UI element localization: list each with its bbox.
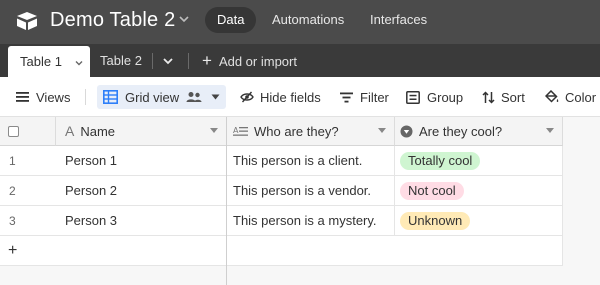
view-toolbar: Views Grid view Hide fields Filter Group… (0, 77, 600, 117)
svg-text:A: A (233, 126, 239, 135)
chevron-down-icon[interactable] (177, 12, 191, 26)
chevron-down-icon[interactable] (74, 58, 84, 68)
long-text-icon: A (233, 126, 248, 136)
group-icon (406, 90, 420, 104)
views-label: Views (36, 89, 71, 105)
more-tables-button[interactable] (162, 44, 176, 77)
sort-label: Sort (501, 89, 525, 105)
data-grid: A Name A Who are they? Are they cool? 1 … (0, 117, 600, 285)
filter-button[interactable]: Filter (340, 85, 389, 109)
table-row-who-cell[interactable]: This person is a vendor. (227, 176, 395, 206)
eye-slash-icon (240, 91, 254, 103)
select-all-header (0, 117, 56, 146)
paint-bucket-icon (545, 90, 559, 103)
views-button[interactable]: Views (16, 85, 70, 109)
grid-view-button[interactable]: Grid view (97, 85, 227, 109)
filter-label: Filter (360, 89, 389, 105)
divider (85, 89, 86, 105)
column-label: Are they cool? (419, 123, 503, 139)
chevron-down-icon (163, 58, 173, 65)
row-number: 1 (0, 146, 56, 176)
menu-icon (16, 92, 29, 102)
table-row-who-cell[interactable]: This person is a client. (227, 146, 395, 176)
status-badge: Not cool (400, 181, 464, 200)
tab-table-2[interactable]: Table 2 (100, 44, 142, 77)
caret-down-icon (211, 94, 220, 100)
frozen-column-divider (226, 117, 227, 285)
single-select-icon (400, 125, 413, 137)
nav-automations[interactable]: Automations (260, 7, 356, 33)
people-icon (186, 92, 202, 102)
column-label: Name (80, 123, 116, 139)
app-header: Demo Table 2 Data Automations Interfaces (0, 0, 600, 44)
add-or-import-label: Add or import (218, 54, 297, 69)
table-row-name-cell[interactable]: Person 2 (56, 176, 227, 206)
column-header-name[interactable]: A Name (56, 117, 227, 146)
select-all-checkbox[interactable] (8, 125, 19, 137)
column-header-cool[interactable]: Are they cool? (395, 117, 563, 146)
status-badge: Unknown (400, 211, 471, 230)
text-type-icon: A (65, 123, 75, 139)
tab-label: Table 2 (100, 53, 142, 68)
group-button[interactable]: Group (406, 85, 463, 109)
caret-down-icon[interactable] (546, 128, 554, 133)
tab-label: Table 1 (20, 54, 62, 69)
hide-fields-button[interactable]: Hide fields (240, 85, 321, 109)
nav-interfaces[interactable]: Interfaces (358, 7, 439, 33)
sort-icon (482, 90, 495, 104)
add-row-area[interactable] (227, 236, 563, 266)
group-label: Group (427, 89, 464, 105)
add-or-import-button[interactable]: + Add or import (202, 44, 297, 77)
table-row-name-cell[interactable]: Person 3 (56, 206, 227, 236)
base-logo-icon[interactable] (15, 11, 39, 31)
table-row-who-cell[interactable]: This person is a mystery. (227, 206, 395, 236)
table-row-name-cell[interactable]: Person 1 (56, 146, 227, 176)
color-label: Color (565, 89, 597, 105)
row-number: 2 (0, 176, 56, 206)
column-label: Who are they? (254, 123, 339, 139)
tab-table-1[interactable]: Table 1 (8, 46, 90, 77)
table-row-cool-cell[interactable]: Unknown (395, 206, 563, 236)
row-number: 3 (0, 206, 56, 236)
divider (152, 53, 153, 69)
divider (188, 53, 189, 69)
table-tab-bar: Table 1 Table 2 + Add or import (0, 44, 600, 77)
table-row-cool-cell[interactable]: Totally cool (395, 146, 563, 176)
plus-icon: + (202, 51, 212, 70)
color-button[interactable]: Color (545, 85, 596, 109)
nav-data[interactable]: Data (205, 7, 257, 33)
table-row-cool-cell[interactable]: Not cool (395, 176, 563, 206)
caret-down-icon[interactable] (210, 128, 218, 133)
column-header-who[interactable]: A Who are they? (227, 117, 395, 146)
hide-fields-label: Hide fields (260, 89, 321, 105)
sort-button[interactable]: Sort (482, 85, 525, 109)
status-badge: Totally cool (400, 151, 481, 170)
caret-down-icon[interactable] (378, 128, 386, 133)
grid-view-label: Grid view (125, 89, 180, 105)
grid-icon (103, 90, 118, 104)
add-row-button[interactable]: + (0, 236, 227, 266)
base-title[interactable]: Demo Table 2 (50, 9, 175, 32)
filter-icon (340, 92, 353, 102)
